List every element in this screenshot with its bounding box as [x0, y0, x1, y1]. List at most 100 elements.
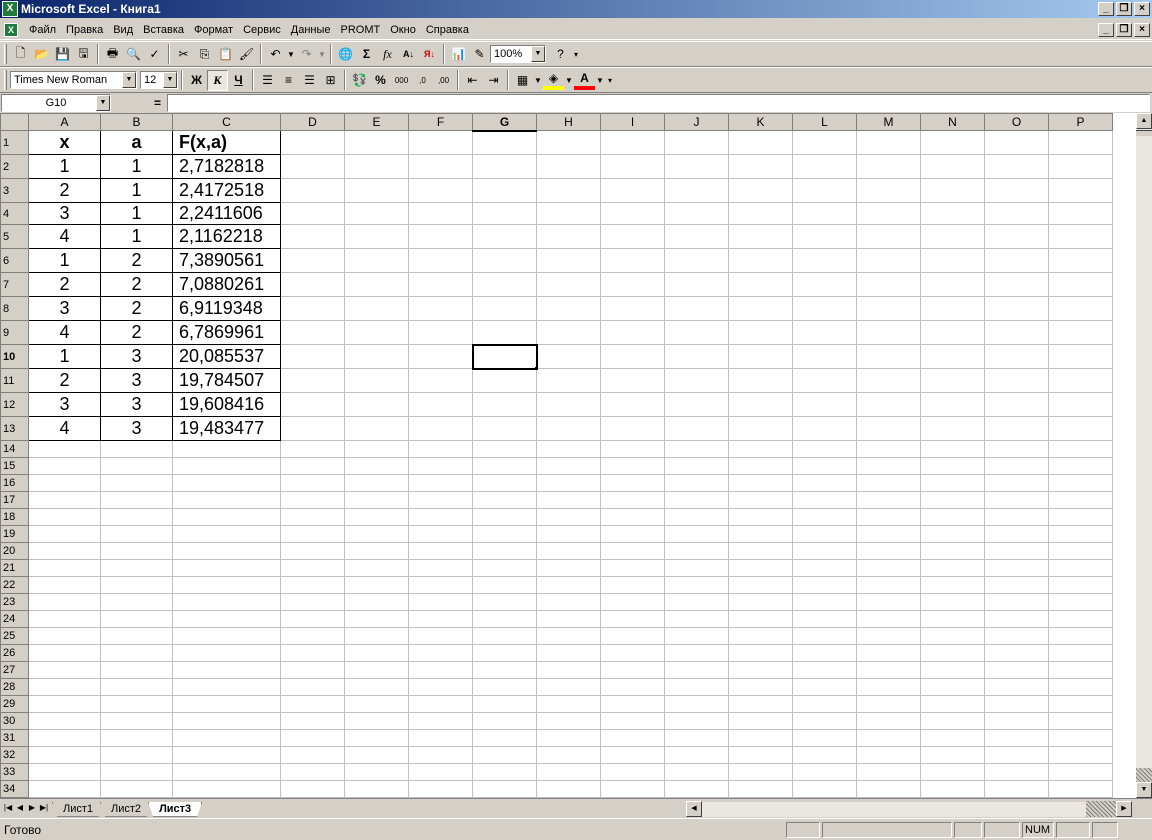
spelling-icon[interactable]: ✓ — [144, 44, 165, 65]
cell-e26[interactable] — [344, 644, 409, 662]
cell-k10[interactable] — [728, 344, 793, 369]
cell-c22[interactable] — [172, 576, 281, 594]
cell-n8[interactable] — [920, 296, 985, 321]
cell-e34[interactable] — [344, 780, 409, 798]
cell-k13[interactable] — [728, 416, 793, 441]
cell-d8[interactable] — [280, 296, 345, 321]
cell-j20[interactable] — [664, 542, 729, 560]
cell-d21[interactable] — [280, 559, 345, 577]
cell-d3[interactable] — [280, 178, 345, 203]
bold-button[interactable]: Ж — [186, 70, 207, 91]
cell-o8[interactable] — [984, 296, 1049, 321]
row-header[interactable]: 21 — [0, 559, 29, 577]
fill-color-dropdown-icon[interactable]: ▼ — [564, 70, 574, 91]
cell-i8[interactable] — [600, 296, 665, 321]
cell-e14[interactable] — [344, 440, 409, 458]
cell-f29[interactable] — [408, 695, 473, 713]
row-header[interactable]: 15 — [0, 457, 29, 475]
restore-button[interactable]: ❐ — [1116, 2, 1132, 16]
zoom-select[interactable]: 100% ▼ — [490, 45, 546, 63]
cell-f27[interactable] — [408, 661, 473, 679]
cell-l18[interactable] — [792, 508, 857, 526]
cell-o13[interactable] — [984, 416, 1049, 441]
cell-j1[interactable] — [664, 130, 729, 155]
cell-n24[interactable] — [920, 610, 985, 628]
cell-h23[interactable] — [536, 593, 601, 611]
thousands-icon[interactable]: 000 — [391, 70, 412, 91]
cell-o31[interactable] — [984, 729, 1049, 747]
cell-g3[interactable] — [472, 178, 537, 203]
cell-b15[interactable] — [100, 457, 173, 475]
cell-l9[interactable] — [792, 320, 857, 345]
cell-e7[interactable] — [344, 272, 409, 297]
cell-h17[interactable] — [536, 491, 601, 509]
cell-i6[interactable] — [600, 248, 665, 273]
cell-o16[interactable] — [984, 474, 1049, 492]
cell-d12[interactable] — [280, 392, 345, 417]
cell-g21[interactable] — [472, 559, 537, 577]
cell-g20[interactable] — [472, 542, 537, 560]
cell-p22[interactable] — [1048, 576, 1113, 594]
cell-n32[interactable] — [920, 746, 985, 764]
cell-b26[interactable] — [100, 644, 173, 662]
cell-a6[interactable]: 1 — [28, 248, 101, 273]
cell-b3[interactable]: 1 — [100, 178, 173, 203]
tab-sheet3[interactable]: Лист3 — [148, 802, 202, 817]
cell-j26[interactable] — [664, 644, 729, 662]
cell-d19[interactable] — [280, 525, 345, 543]
cell-l3[interactable] — [792, 178, 857, 203]
cell-g16[interactable] — [472, 474, 537, 492]
cell-n14[interactable] — [920, 440, 985, 458]
cell-h6[interactable] — [536, 248, 601, 273]
cell-c31[interactable] — [172, 729, 281, 747]
row-header[interactable]: 30 — [0, 712, 29, 730]
cell-l31[interactable] — [792, 729, 857, 747]
cell-c19[interactable] — [172, 525, 281, 543]
cell-f24[interactable] — [408, 610, 473, 628]
cell-p14[interactable] — [1048, 440, 1113, 458]
cell-o29[interactable] — [984, 695, 1049, 713]
cell-f15[interactable] — [408, 457, 473, 475]
cell-j27[interactable] — [664, 661, 729, 679]
cell-j11[interactable] — [664, 368, 729, 393]
cell-i23[interactable] — [600, 593, 665, 611]
new-icon[interactable]: 🗋 — [10, 44, 31, 65]
cell-k28[interactable] — [728, 678, 793, 696]
cell-j23[interactable] — [664, 593, 729, 611]
cell-e1[interactable] — [344, 130, 409, 155]
cell-o27[interactable] — [984, 661, 1049, 679]
autosum-icon[interactable]: Σ — [356, 44, 377, 65]
column-header-a[interactable]: A — [28, 113, 101, 131]
cell-h20[interactable] — [536, 542, 601, 560]
cell-k14[interactable] — [728, 440, 793, 458]
cell-p1[interactable] — [1048, 130, 1113, 155]
cell-j4[interactable] — [664, 202, 729, 225]
align-left-icon[interactable]: ☰ — [257, 70, 278, 91]
underline-button[interactable]: Ч — [228, 70, 249, 91]
permission-icon[interactable]: 🖫 — [73, 44, 94, 65]
row-header[interactable]: 18 — [0, 508, 29, 526]
cell-m11[interactable] — [856, 368, 921, 393]
cell-p6[interactable] — [1048, 248, 1113, 273]
cell-j12[interactable] — [664, 392, 729, 417]
cell-b6[interactable]: 2 — [100, 248, 173, 273]
cell-h16[interactable] — [536, 474, 601, 492]
cell-a18[interactable] — [28, 508, 101, 526]
hyperlink-icon[interactable]: 🌐 — [335, 44, 356, 65]
cell-c8[interactable]: 6,9119348 — [172, 296, 281, 321]
cell-a28[interactable] — [28, 678, 101, 696]
cell-g5[interactable] — [472, 224, 537, 249]
cell-a11[interactable]: 2 — [28, 368, 101, 393]
cell-h4[interactable] — [536, 202, 601, 225]
cell-o5[interactable] — [984, 224, 1049, 249]
cell-c30[interactable] — [172, 712, 281, 730]
cell-f16[interactable] — [408, 474, 473, 492]
cell-f13[interactable] — [408, 416, 473, 441]
column-header-o[interactable]: O — [984, 113, 1049, 131]
cell-p5[interactable] — [1048, 224, 1113, 249]
cell-b32[interactable] — [100, 746, 173, 764]
cell-o30[interactable] — [984, 712, 1049, 730]
tab-sheet2[interactable]: Лист2 — [100, 802, 152, 817]
column-header-h[interactable]: H — [536, 113, 601, 131]
cell-g2[interactable] — [472, 154, 537, 179]
